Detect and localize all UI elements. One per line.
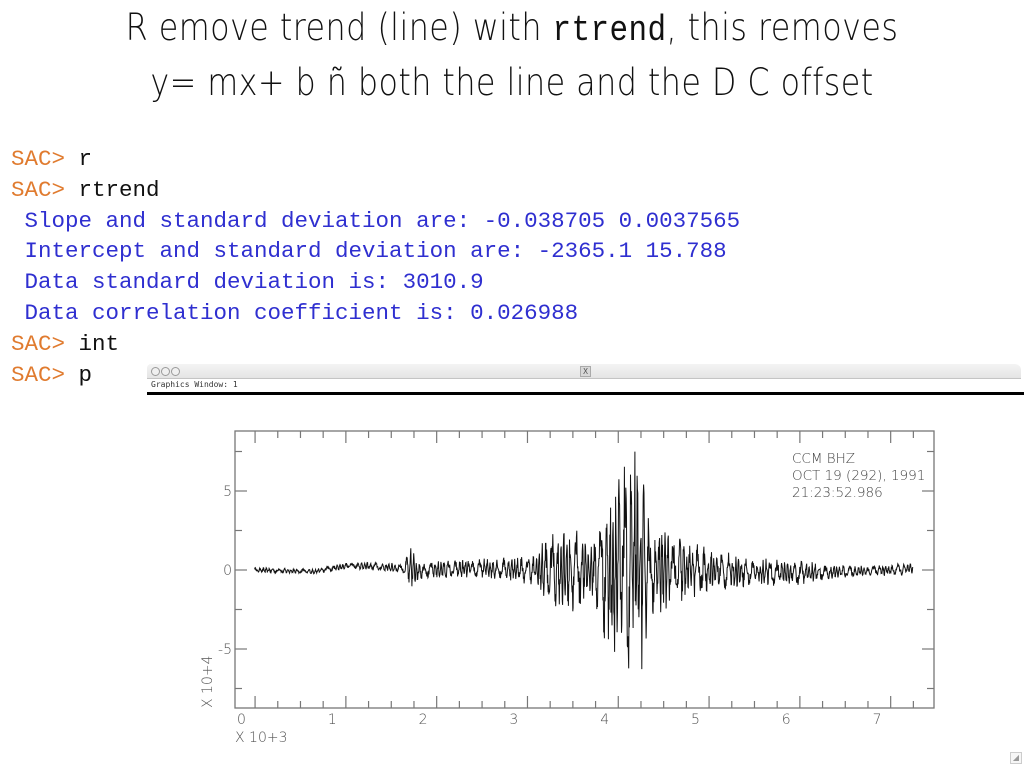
x-tick-label: 1 [328, 712, 337, 728]
y-tick-label: -5 [218, 642, 232, 658]
x-tick-label: 5 [691, 712, 700, 728]
x-tick-label: 6 [782, 712, 791, 728]
y-tick-label: 5 [223, 484, 232, 500]
x-tick-label: 4 [600, 712, 609, 728]
x-tick-label: 3 [509, 712, 518, 728]
header-date: OCT 19 (292), 1991 [792, 468, 925, 484]
header-time: 21:23:52.986 [792, 485, 883, 501]
x-tick-label: 2 [419, 712, 428, 728]
x-multiplier-label: X 10+3 [235, 730, 288, 746]
x-tick-label: 7 [873, 712, 882, 728]
header-station: CCM BHZ [792, 451, 855, 467]
axis-labels: 0 1 2 3 4 5 6 7 5 0 -5 [218, 484, 881, 728]
x-tick-label: 0 [237, 712, 246, 728]
y-tick-label: 0 [223, 563, 232, 579]
seismogram-chart: 0 1 2 3 4 5 6 750-5 CCM BHZ OCT 19 (292), 1991 … [200, 430, 935, 746]
y-multiplier-label: X 10+4 [200, 656, 216, 709]
